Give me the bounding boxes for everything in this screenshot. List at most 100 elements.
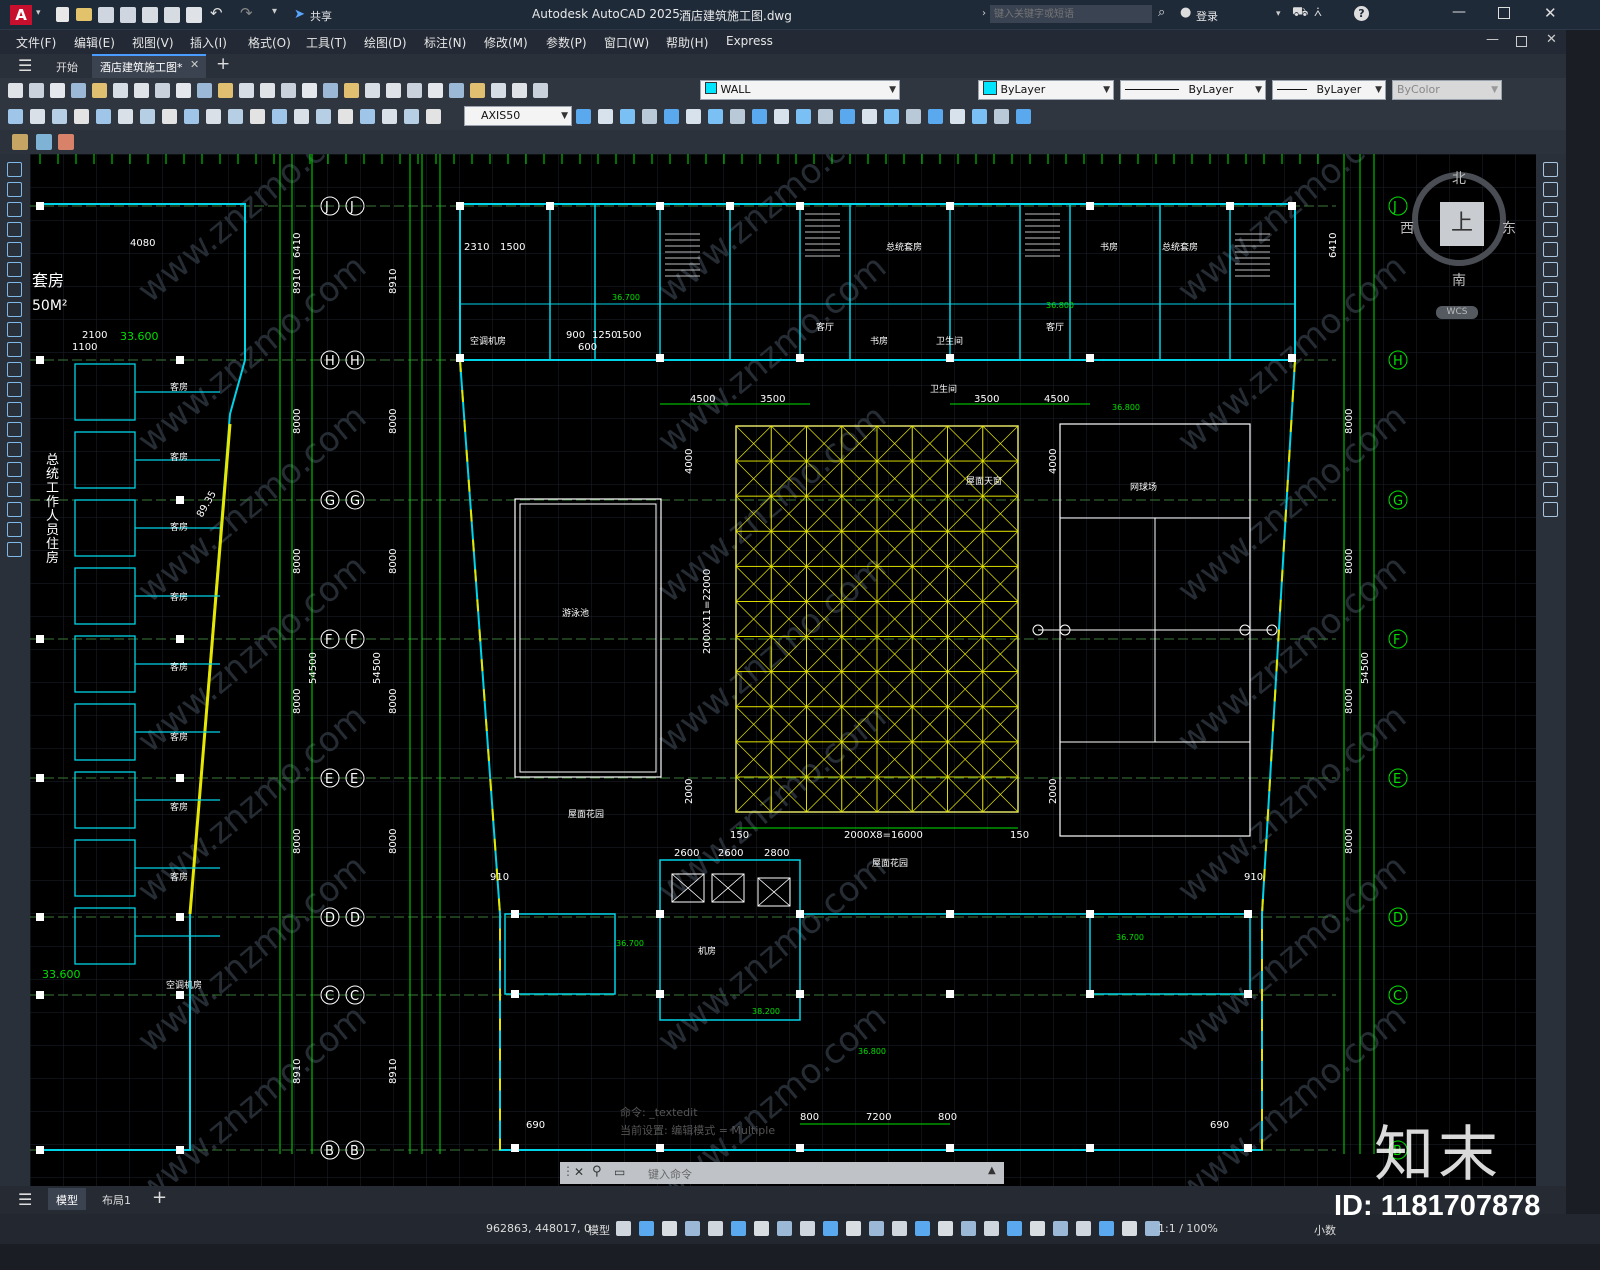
tool-icon[interactable] [155,83,170,98]
doc-close-icon[interactable]: ✕ [1546,32,1557,47]
tab-start[interactable]: 开始 [56,59,78,75]
draw-icon[interactable] [7,302,22,317]
plotstyle-dropdown[interactable]: ByColor ▼ [1392,80,1502,100]
status-toggle-icon[interactable] [823,1221,838,1236]
tab-model[interactable]: 模型 [48,1188,86,1210]
search-expand-icon[interactable]: › [982,8,986,19]
search-icon[interactable]: ⌕ [1158,5,1165,20]
units-dropdown[interactable]: 小数 [1314,1222,1336,1238]
dim-tool-icon[interactable] [184,109,199,124]
draw-icon[interactable] [7,342,22,357]
tool-icon[interactable] [407,83,422,98]
status-toggle-icon[interactable] [777,1221,792,1236]
modify-icon[interactable] [1543,342,1558,357]
draw-icon[interactable] [7,442,22,457]
menu-modify[interactable]: 修改(M) [484,34,528,51]
dim-tool-icon[interactable] [404,109,419,124]
tool-icon[interactable] [239,83,254,98]
lineweight-dropdown[interactable]: ByLayer ▼ [1272,80,1386,100]
insert-block-icon[interactable] [36,134,52,150]
tab-layout1[interactable]: 布局1 [102,1192,131,1208]
modify-tool-icon[interactable] [620,109,635,124]
modify-tool-icon[interactable] [576,109,591,124]
dim-tool-icon[interactable] [272,109,287,124]
modify-tool-icon[interactable] [664,109,679,124]
wcs-menu[interactable]: WCS [1436,306,1478,319]
status-toggle-icon[interactable] [938,1221,953,1236]
modify-tool-icon[interactable] [906,109,921,124]
linetype-dropdown[interactable]: ByLayer ▼ [1120,80,1266,100]
tool-icon[interactable] [302,83,317,98]
doc-minimize-icon[interactable]: — [1486,32,1499,47]
tool-icon[interactable] [386,83,401,98]
modify-tool-icon[interactable] [950,109,965,124]
dim-tool-icon[interactable] [74,109,89,124]
annotation-scale[interactable]: 1:1 / 100% [1158,1222,1218,1235]
modify-icon[interactable] [1543,422,1558,437]
dim-tool-icon[interactable] [228,109,243,124]
dimstyle-dropdown[interactable]: AXIS50 ▼ [464,106,572,126]
tool-icon[interactable] [134,83,149,98]
viewcube-south[interactable]: 南 [1452,270,1466,290]
modify-tool-icon[interactable] [862,109,877,124]
draw-icon[interactable] [7,522,22,537]
status-toggle-icon[interactable] [1030,1221,1045,1236]
maximize-icon[interactable] [1498,7,1510,19]
dim-tool-icon[interactable] [206,109,221,124]
modify-icon[interactable] [1543,402,1558,417]
open-file-icon[interactable] [76,8,92,21]
attribute-icon[interactable] [58,134,74,150]
tool-icon[interactable] [512,83,527,98]
dim-tool-icon[interactable] [426,109,441,124]
status-toggle-icon[interactable] [869,1221,884,1236]
modify-tool-icon[interactable] [730,109,745,124]
draw-icon[interactable] [7,262,22,277]
modify-tool-icon[interactable] [1016,109,1031,124]
save-web-icon[interactable] [164,7,180,23]
command-line[interactable]: ⋮ ✕ ⚲ ▭ 键入命令 ▲ [560,1162,1004,1184]
modify-tool-icon[interactable] [686,109,701,124]
draw-icon[interactable] [7,242,22,257]
login-button[interactable]: 登录 [1196,8,1218,24]
new-tab-icon[interactable]: + [216,54,230,74]
dim-tool-icon[interactable] [96,109,111,124]
tool-icon[interactable] [197,83,212,98]
layout-menu-icon[interactable]: ☰ [18,1190,32,1209]
draw-icon[interactable] [7,382,22,397]
tool-icon[interactable] [428,83,443,98]
status-toggle-icon[interactable] [1007,1221,1022,1236]
tool-icon[interactable] [281,83,296,98]
menu-file[interactable]: 文件(F) [16,34,56,51]
dim-tool-icon[interactable] [30,109,45,124]
modify-icon[interactable] [1543,202,1558,217]
tab-close-icon[interactable]: ✕ [190,58,199,71]
dim-tool-icon[interactable] [162,109,177,124]
draw-icon[interactable] [7,422,22,437]
draw-icon[interactable] [7,202,22,217]
status-toggle-icon[interactable] [961,1221,976,1236]
dim-tool-icon[interactable] [382,109,397,124]
viewcube-east[interactable]: 东 [1502,218,1516,238]
menu-view[interactable]: 视图(V) [132,34,174,51]
model-space-toggle[interactable]: 模型 [588,1222,610,1238]
draw-icon[interactable] [7,402,22,417]
tool-icon[interactable] [470,83,485,98]
redo-icon[interactable]: ↷ [240,4,253,22]
modify-tool-icon[interactable] [598,109,613,124]
modify-icon[interactable] [1543,442,1558,457]
autodesk-app-icon[interactable]: ⩑ [1314,5,1322,20]
menu-help[interactable]: 帮助(H) [666,34,708,51]
menu-window[interactable]: 窗口(W) [604,34,649,51]
app-menu-chevron-icon[interactable]: ▾ [36,8,41,18]
modify-icon[interactable] [1543,282,1558,297]
menu-format[interactable]: 格式(O) [248,34,291,51]
hamburger-menu-icon[interactable]: ☰ [18,56,32,75]
login-dropdown-icon[interactable]: ▾ [1276,9,1281,19]
new-file-icon[interactable] [56,7,69,22]
dim-tool-icon[interactable] [338,109,353,124]
status-toggle-icon[interactable] [708,1221,723,1236]
status-toggle-icon[interactable] [984,1221,999,1236]
draw-icon[interactable] [7,162,22,177]
dim-tool-icon[interactable] [294,109,309,124]
status-toggle-icon[interactable] [1076,1221,1091,1236]
